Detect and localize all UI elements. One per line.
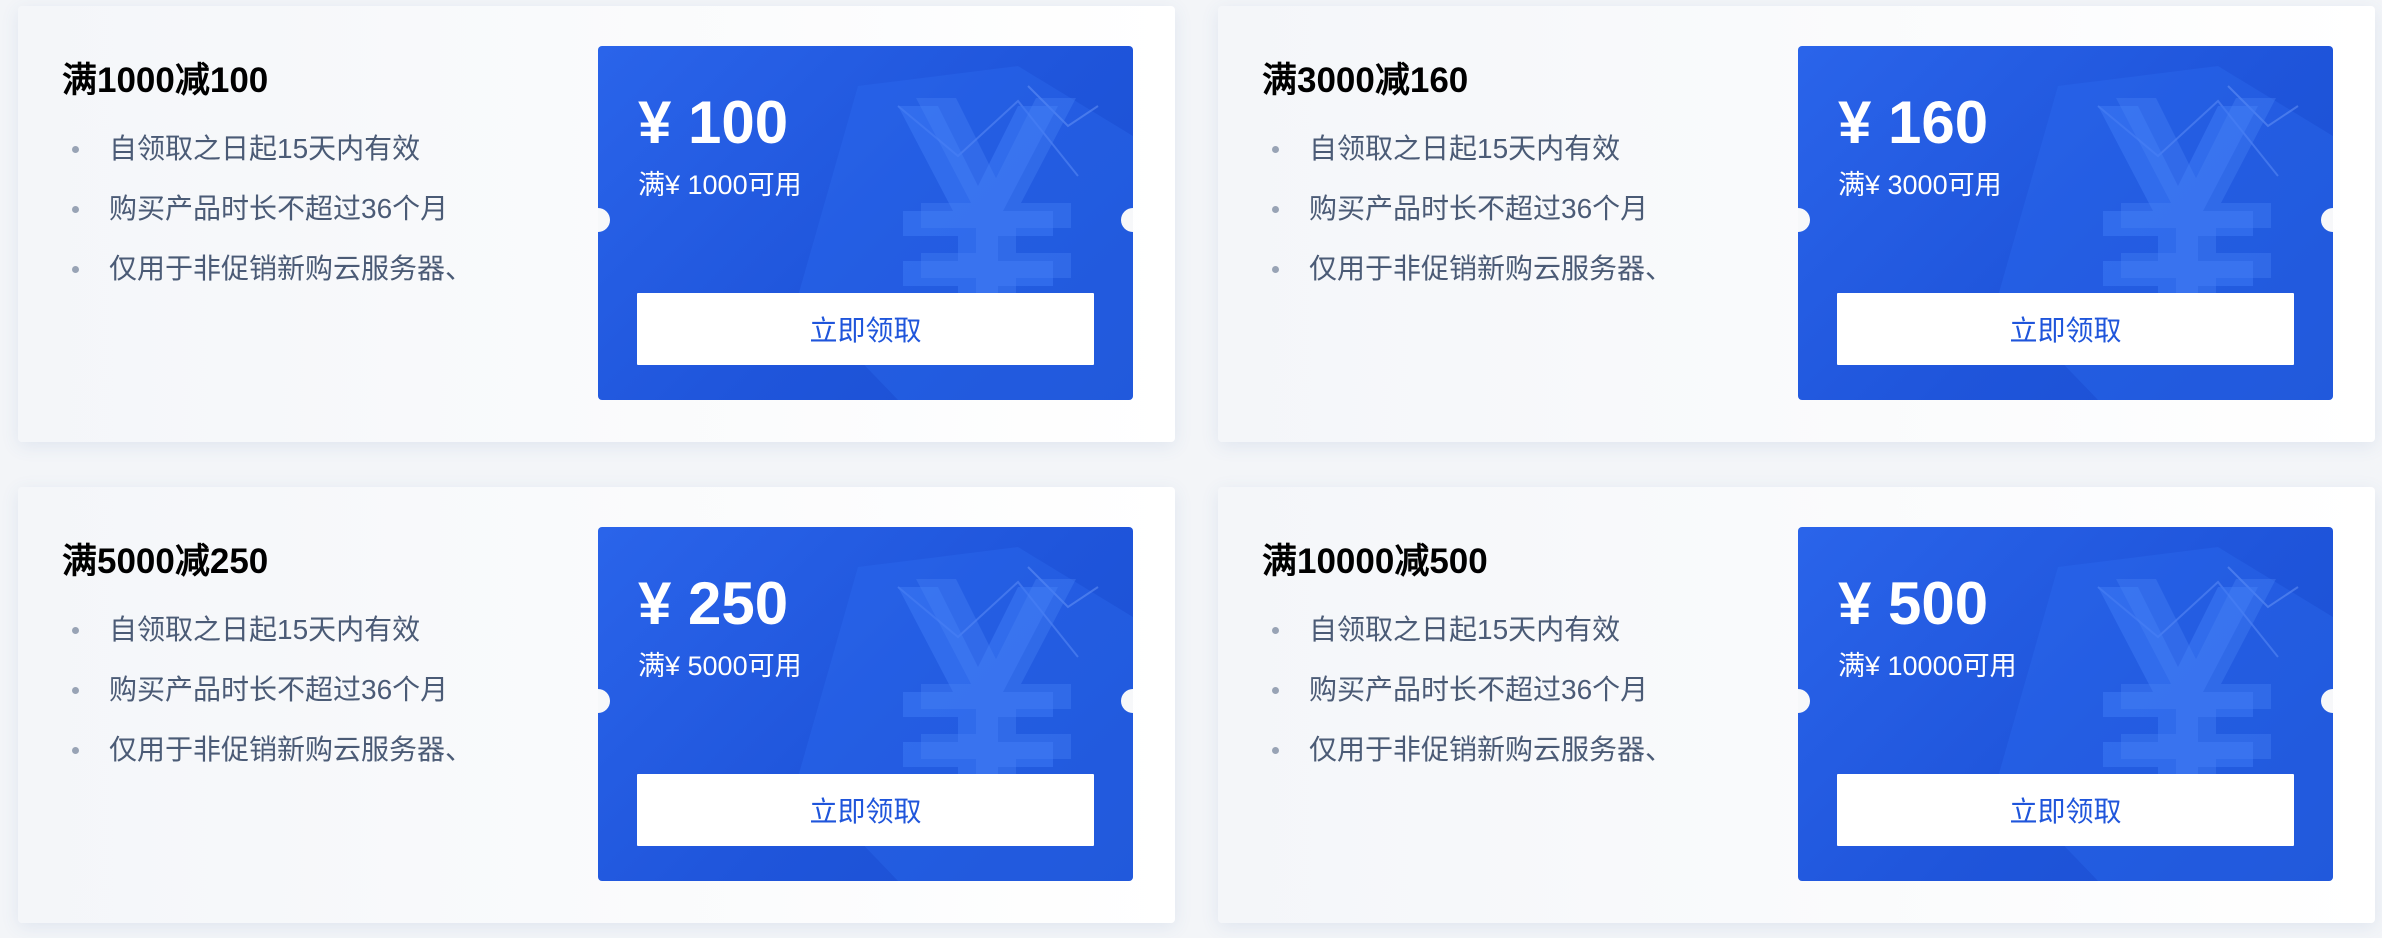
coupon-card-title: 满3000减160 (1262, 61, 1469, 100)
claim-coupon-button[interactable]: 立即领取 (1837, 293, 2294, 365)
coupon-amount: ¥ 100 (638, 89, 789, 156)
bullet-dot-icon (72, 687, 79, 694)
coupon-card: 满1000减100 自领取之日起15天内有效 购买产品时长不超过36个月 仅用于… (18, 6, 1175, 442)
coupon-condition: 满¥ 10000可用 (1838, 651, 2017, 681)
bullet-dot-icon (1272, 687, 1279, 694)
bullet-dot-icon (72, 266, 79, 273)
coupon-condition: 满¥ 1000可用 (638, 170, 802, 200)
coupon-condition: 满¥ 3000可用 (1838, 170, 2002, 200)
rule-text: 仅用于非促销新购云服务器、 (109, 734, 474, 765)
bullet-dot-icon (72, 206, 79, 213)
bullet-dot-icon (1272, 627, 1279, 634)
rule-item: 仅用于非促销新购云服务器、 (1262, 725, 1673, 785)
bullet-dot-icon (72, 627, 79, 634)
rule-text: 仅用于非促销新购云服务器、 (1309, 734, 1674, 765)
rule-item: 自领取之日起15天内有效 (1262, 605, 1673, 665)
rule-item: 购买产品时长不超过36个月 (62, 665, 473, 725)
coupon-card: 满3000减160 自领取之日起15天内有效 购买产品时长不超过36个月 仅用于… (1218, 6, 2375, 442)
coupon-ticket: ¥ 160 满¥ 3000可用 立即领取 (1798, 46, 2333, 400)
coupon-rules-list: 自领取之日起15天内有效 购买产品时长不超过36个月 仅用于非促销新购云服务器、 (62, 124, 473, 304)
rule-item: 自领取之日起15天内有效 (1262, 124, 1673, 184)
rule-item: 仅用于非促销新购云服务器、 (62, 725, 473, 785)
coupon-card: 满5000减250 自领取之日起15天内有效 购买产品时长不超过36个月 仅用于… (18, 487, 1175, 923)
rule-text: 自领取之日起15天内有效 (109, 614, 421, 645)
rule-text: 购买产品时长不超过36个月 (109, 674, 449, 705)
coupon-rules-list: 自领取之日起15天内有效 购买产品时长不超过36个月 仅用于非促销新购云服务器、 (1262, 124, 1673, 304)
rule-item: 自领取之日起15天内有效 (62, 124, 473, 184)
rule-text: 仅用于非促销新购云服务器、 (109, 253, 474, 284)
coupon-ticket: ¥ 250 满¥ 5000可用 立即领取 (598, 527, 1133, 881)
bullet-dot-icon (1272, 146, 1279, 153)
coupon-card-title: 满1000减100 (62, 61, 269, 100)
rule-item: 购买产品时长不超过36个月 (1262, 184, 1673, 244)
coupon-rules-list: 自领取之日起15天内有效 购买产品时长不超过36个月 仅用于非促销新购云服务器、 (62, 605, 473, 785)
bullet-dot-icon (1272, 747, 1279, 754)
coupon-ticket: ¥ 100 满¥ 1000可用 立即领取 (598, 46, 1133, 400)
rule-text: 自领取之日起15天内有效 (1309, 614, 1621, 645)
coupon-rules-list: 自领取之日起15天内有效 购买产品时长不超过36个月 仅用于非促销新购云服务器、 (1262, 605, 1673, 785)
coupon-card-title: 满5000减250 (62, 542, 269, 581)
claim-coupon-button[interactable]: 立即领取 (637, 774, 1094, 846)
claim-coupon-button[interactable]: 立即领取 (637, 293, 1094, 365)
bullet-dot-icon (1272, 206, 1279, 213)
rule-item: 自领取之日起15天内有效 (62, 605, 473, 665)
coupon-card: 满10000减500 自领取之日起15天内有效 购买产品时长不超过36个月 仅用… (1218, 487, 2375, 923)
rule-text: 购买产品时长不超过36个月 (109, 193, 449, 224)
rule-item: 购买产品时长不超过36个月 (1262, 665, 1673, 725)
rule-text: 自领取之日起15天内有效 (109, 133, 421, 164)
rule-text: 购买产品时长不超过36个月 (1309, 674, 1649, 705)
rule-text: 仅用于非促销新购云服务器、 (1309, 253, 1674, 284)
coupon-amount: ¥ 500 (1838, 570, 1989, 637)
coupon-amount: ¥ 160 (1838, 89, 1989, 156)
coupon-card-title: 满10000减500 (1262, 542, 1488, 581)
coupon-amount: ¥ 250 (638, 570, 789, 637)
claim-coupon-button[interactable]: 立即领取 (1837, 774, 2294, 846)
coupon-grid: 满1000减100 自领取之日起15天内有效 购买产品时长不超过36个月 仅用于… (0, 0, 2382, 938)
coupon-condition: 满¥ 5000可用 (638, 651, 802, 681)
rule-text: 购买产品时长不超过36个月 (1309, 193, 1649, 224)
rule-item: 仅用于非促销新购云服务器、 (62, 244, 473, 304)
bullet-dot-icon (1272, 266, 1279, 273)
bullet-dot-icon (72, 146, 79, 153)
rule-item: 购买产品时长不超过36个月 (62, 184, 473, 244)
coupon-ticket: ¥ 500 满¥ 10000可用 立即领取 (1798, 527, 2333, 881)
bullet-dot-icon (72, 747, 79, 754)
rule-item: 仅用于非促销新购云服务器、 (1262, 244, 1673, 304)
rule-text: 自领取之日起15天内有效 (1309, 133, 1621, 164)
